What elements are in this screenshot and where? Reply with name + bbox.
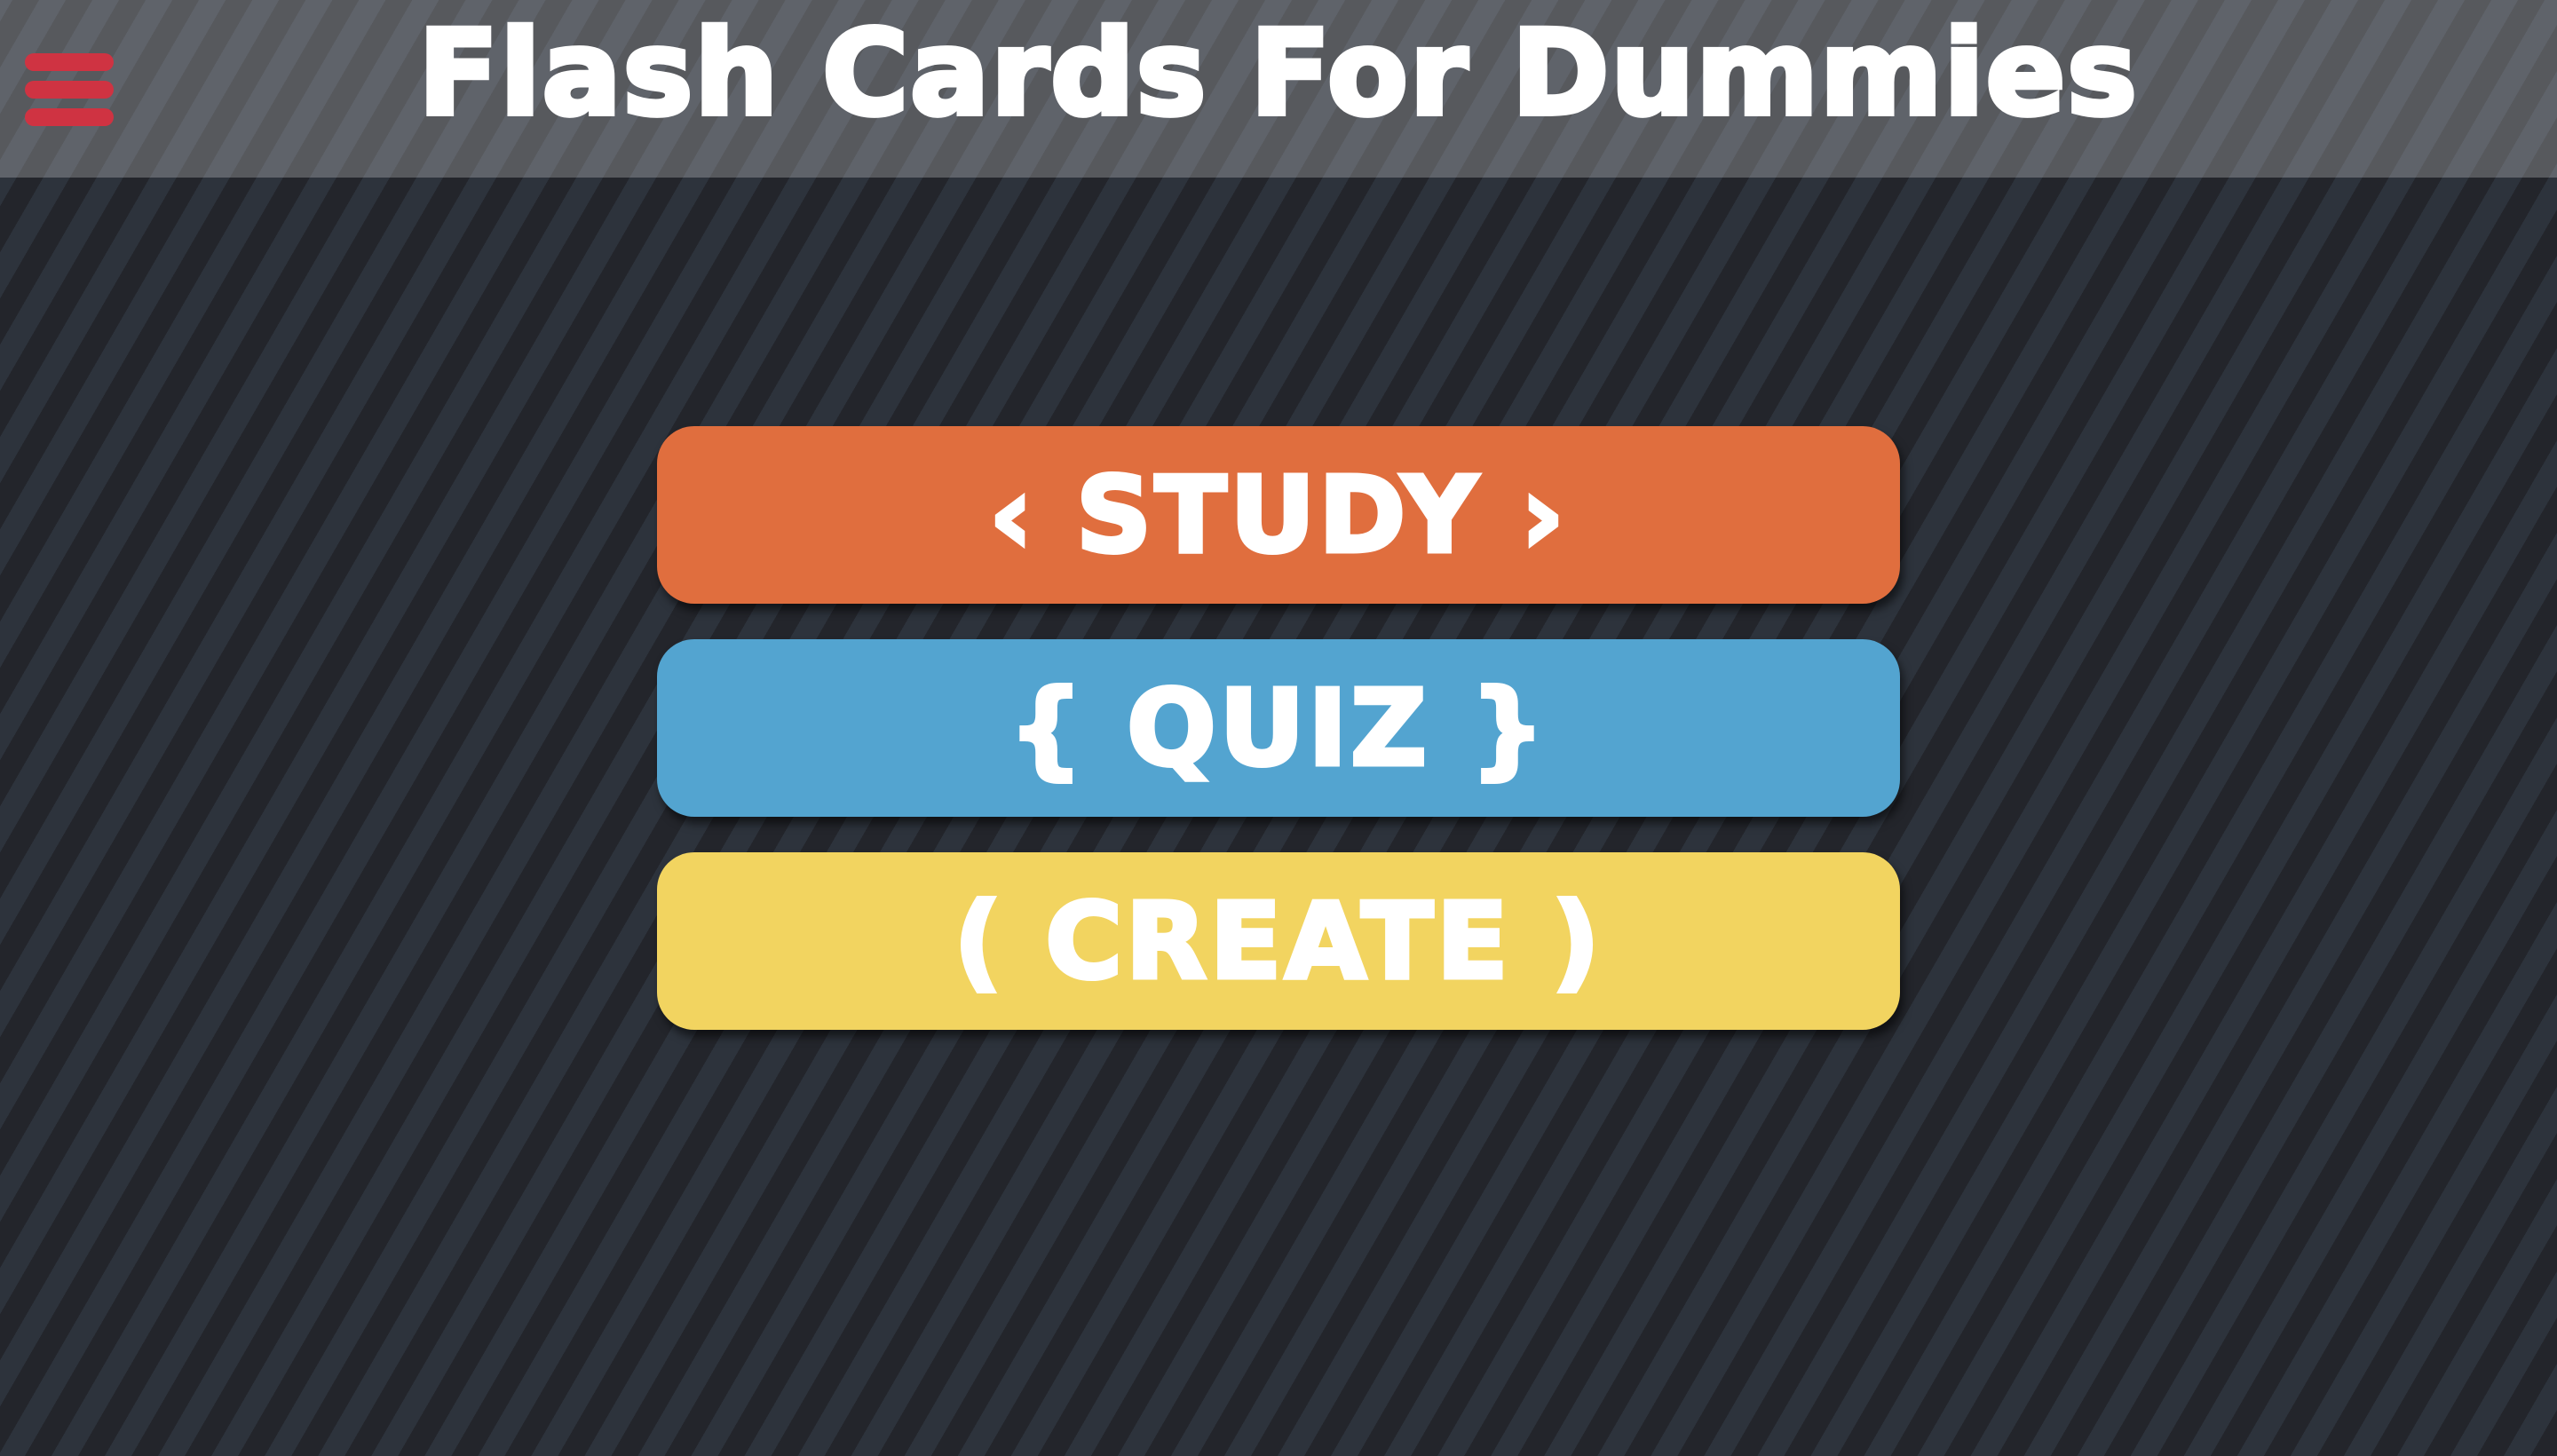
create-button[interactable]: ( CREATE ): [657, 852, 1900, 1030]
quiz-button[interactable]: { QUIZ }: [657, 639, 1900, 817]
app-title: Flash Cards For Dummies: [416, 4, 2140, 143]
app-header: Flash Cards For Dummies: [0, 0, 2557, 178]
study-button[interactable]: ‹ STUDY ›: [657, 426, 1900, 604]
